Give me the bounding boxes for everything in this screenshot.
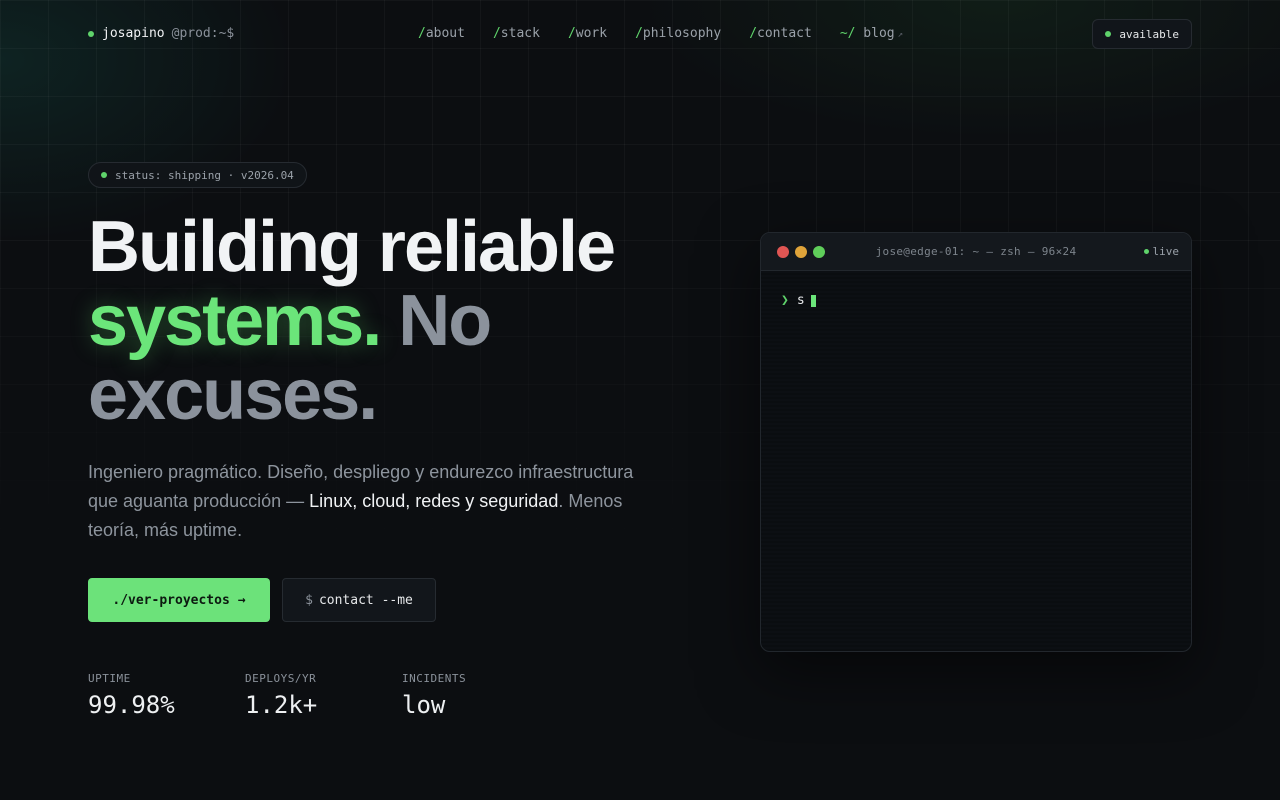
dollar-prompt-icon: $ xyxy=(305,592,313,608)
stat-label: UPTIME xyxy=(88,672,131,685)
stat-value: low xyxy=(402,691,446,719)
terminal-title: jose@edge-01: ~ — zsh — 96×24 xyxy=(875,245,1077,258)
contact-button[interactable]: $ contact --me xyxy=(282,578,436,622)
nav-link-contact[interactable]: /contact xyxy=(749,26,812,41)
nav-link-prefix: / xyxy=(635,26,643,41)
nav-link-stack[interactable]: /stack xyxy=(493,26,540,41)
availability-label: available xyxy=(1119,27,1179,41)
stat-incidents: INCIDENTS low xyxy=(402,672,559,719)
status-pill: status: shipping · v2026.04 xyxy=(88,162,307,188)
brand-status-dot xyxy=(88,30,94,37)
external-link-icon: ↗ xyxy=(897,30,904,40)
nav-link-label: contact xyxy=(757,26,812,41)
nav-link-philosophy[interactable]: /philosophy xyxy=(635,26,721,41)
nav-link-label: philosophy xyxy=(642,26,722,41)
view-projects-button[interactable]: ./ver-proyectos → xyxy=(88,578,270,622)
top-nav: josapino @prod:~$ /about /stack /work /p… xyxy=(88,18,1192,50)
live-indicator: live xyxy=(1143,245,1180,258)
hero-lead: Ingeniero pragmático. Diseño, despliego … xyxy=(88,458,658,545)
stat-deploys: DEPLOYS/YR 1.2k+ xyxy=(245,672,402,719)
brand-host: @prod:~$ xyxy=(171,26,235,41)
nav-link-prefix: / xyxy=(749,26,758,41)
availability-dot xyxy=(1105,31,1112,37)
live-label: live xyxy=(1152,245,1180,258)
contact-label: contact --me xyxy=(318,592,413,608)
nav-link-prefix: ~/ xyxy=(839,26,856,41)
terminal-body[interactable]: ❯ s xyxy=(761,271,1191,330)
terminal-line: ❯ s xyxy=(781,293,1171,308)
nav-links: /about /stack /work /philosophy /contact… xyxy=(418,26,903,41)
nav-link-prefix: / xyxy=(418,26,426,41)
terminal-input-text: s xyxy=(796,293,805,308)
availability-badge[interactable]: available xyxy=(1092,19,1192,49)
stat-value: 1.2k+ xyxy=(245,691,318,719)
nav-link-blog[interactable]: ~/ blog ↗ xyxy=(840,26,903,41)
nav-link-work[interactable]: /work xyxy=(568,26,607,41)
page: josapino @prod:~$ /about /stack /work /p… xyxy=(0,0,1280,800)
nav-link-prefix: / xyxy=(492,26,501,41)
headline-line1: Building reliable xyxy=(88,207,616,287)
stats-row: UPTIME 99.98% DEPLOYS/YR 1.2k+ INCIDENTS… xyxy=(88,672,559,719)
stat-value: 99.98% xyxy=(88,691,175,719)
nav-link-label: stack xyxy=(500,26,540,41)
nav-link-label: blog xyxy=(863,26,895,41)
hero-headline: Building reliable systems. No excuses. xyxy=(88,210,728,432)
headline-highlight: systems. xyxy=(88,281,382,361)
status-pill-text: status: shipping · v2026.04 xyxy=(115,168,294,182)
brand-logo[interactable]: josapino @prod:~$ xyxy=(88,26,234,41)
nav-link-label: about xyxy=(425,26,465,41)
nav-link-about[interactable]: /about xyxy=(418,26,465,41)
stat-label: INCIDENTS xyxy=(402,672,467,685)
terminal-titlebar: jose@edge-01: ~ — zsh — 96×24 live xyxy=(761,233,1191,271)
stat-label: DEPLOYS/YR xyxy=(245,672,317,685)
lead-highlight: Linux, cloud, redes y seguridad xyxy=(309,491,559,511)
live-dot xyxy=(1143,249,1149,254)
terminal-window[interactable]: jose@edge-01: ~ — zsh — 96×24 live ❯ s xyxy=(760,232,1192,652)
nav-link-label: work xyxy=(575,26,608,41)
nav-link-prefix: / xyxy=(567,26,576,41)
terminal-cursor xyxy=(810,294,816,307)
stat-uptime: UPTIME 99.98% xyxy=(88,672,245,719)
prompt-chevron-icon: ❯ xyxy=(781,293,789,308)
brand-name: josapino xyxy=(102,26,165,41)
view-projects-label: ./ver-proyectos xyxy=(112,592,230,608)
status-dot xyxy=(101,172,107,178)
arrow-right-icon: → xyxy=(237,592,246,608)
